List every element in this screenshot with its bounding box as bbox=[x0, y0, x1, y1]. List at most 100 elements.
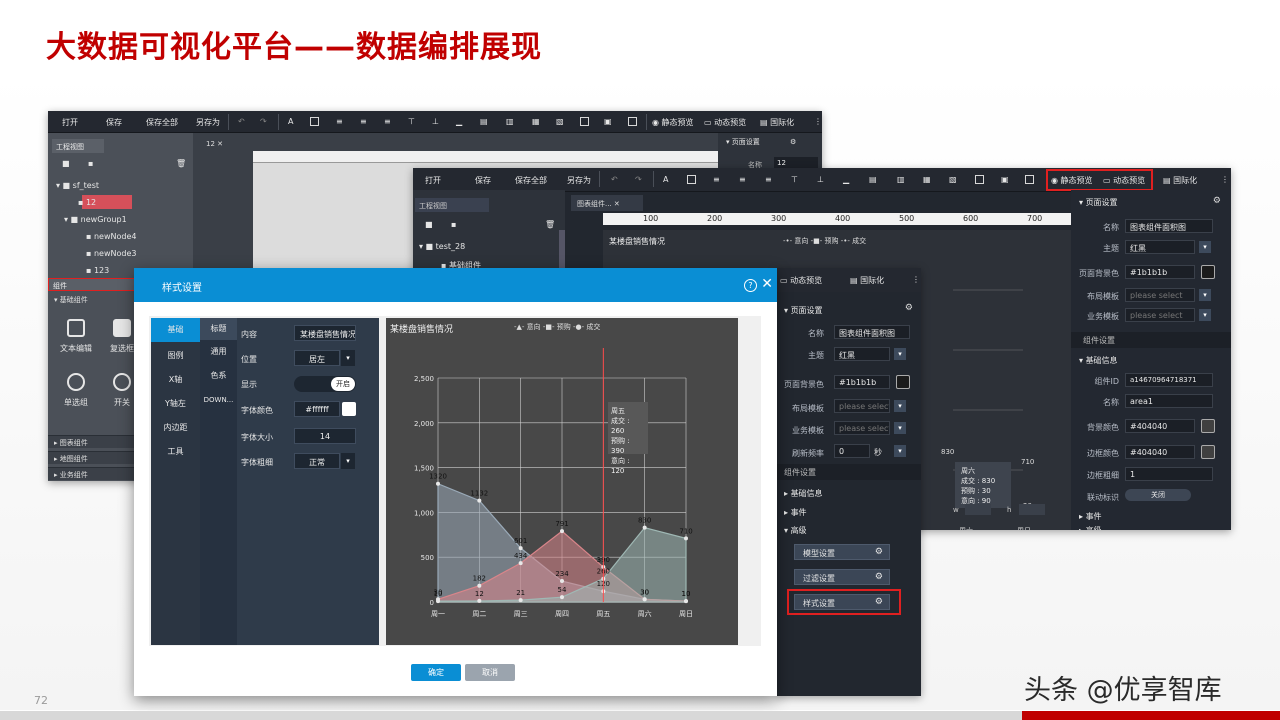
bg-swatch[interactable] bbox=[1201, 265, 1215, 279]
font-size-field[interactable]: 14 bbox=[294, 428, 356, 444]
filter-settings-button[interactable]: 过滤设置 ⚙ bbox=[794, 569, 890, 585]
chevron-down-icon[interactable]: ▾ bbox=[341, 350, 355, 366]
bring-front-icon[interactable] bbox=[580, 117, 589, 126]
component-settings-header[interactable]: 组件设置 bbox=[776, 464, 921, 480]
undo-icon[interactable]: ↶ bbox=[611, 175, 618, 184]
layout-select[interactable]: please select bbox=[1125, 288, 1195, 302]
bg-field[interactable]: #1b1b1b bbox=[834, 375, 890, 389]
bring-front-icon[interactable] bbox=[975, 175, 984, 184]
font-icon[interactable] bbox=[310, 117, 319, 126]
align-middle-icon[interactable]: ⊥ bbox=[432, 117, 439, 126]
canvas-tab[interactable]: 图表组件... ✕ bbox=[571, 195, 643, 211]
basic-info-header[interactable]: ▾ 基础信息 bbox=[1071, 352, 1126, 366]
name-field[interactable]: 图表组件面积图 bbox=[1125, 219, 1213, 233]
nav-xaxis[interactable]: X轴 bbox=[151, 370, 200, 390]
chevron-down-icon[interactable]: ▾ bbox=[894, 422, 906, 434]
folder-icon[interactable]: ■ bbox=[425, 220, 433, 229]
dynamic-preview-button[interactable]: ▭ 动态预览 bbox=[704, 117, 746, 128]
subnav-color[interactable]: 色系 bbox=[200, 366, 237, 386]
events-header[interactable]: ▸ 事件 bbox=[1071, 508, 1110, 522]
nav-padding[interactable]: 内边距 bbox=[151, 418, 200, 438]
layout-select[interactable]: please select bbox=[834, 399, 890, 413]
tree-item[interactable]: ▪ 123 bbox=[86, 266, 109, 275]
page-settings-header[interactable]: ▾ 页面设置 bbox=[1071, 194, 1126, 208]
project-view-tab[interactable]: 工程视图 bbox=[415, 198, 489, 212]
border-swatch[interactable] bbox=[1201, 445, 1215, 459]
bgcolor-swatch[interactable] bbox=[1201, 419, 1215, 433]
distribute-icon[interactable]: ▤ bbox=[869, 175, 877, 184]
tree-item[interactable]: ▾ ■ sf_test bbox=[56, 181, 99, 190]
project-view-tab[interactable]: 工程视图 bbox=[52, 139, 104, 153]
open-button[interactable]: 打开 bbox=[62, 117, 78, 128]
theme-select[interactable]: 红黑 bbox=[834, 347, 890, 361]
help-icon[interactable]: ? bbox=[744, 279, 757, 292]
redo-icon[interactable]: ↷ bbox=[635, 175, 642, 184]
tree-item[interactable]: ▾ ■ newGroup1 bbox=[64, 215, 127, 224]
component-settings-header[interactable]: 组件设置 bbox=[1071, 332, 1231, 348]
same-width-icon[interactable]: ▦ bbox=[923, 175, 931, 184]
nav-legend[interactable]: 图例 bbox=[151, 346, 200, 366]
undo-icon[interactable]: ↶ bbox=[238, 117, 245, 126]
more-icon[interactable]: ⋮ bbox=[1221, 175, 1229, 184]
align-left-icon[interactable]: ≡ bbox=[713, 175, 720, 184]
canvas-tab[interactable]: 12 ✕ bbox=[203, 137, 273, 151]
chevron-down-icon[interactable]: ▾ bbox=[894, 400, 906, 412]
border-color-field[interactable]: #404040 bbox=[1125, 445, 1195, 459]
show-toggle[interactable]: 开启 bbox=[294, 376, 356, 392]
more-icon[interactable]: ⋮ bbox=[912, 275, 920, 284]
cancel-button[interactable]: 取消 bbox=[465, 664, 515, 681]
file-icon[interactable]: ▪ bbox=[451, 220, 456, 229]
text-align-icon[interactable]: A bbox=[663, 175, 668, 184]
model-settings-button[interactable]: 模型设置 ⚙ bbox=[794, 544, 890, 560]
advanced-header[interactable]: ▾ 高级 bbox=[776, 522, 815, 536]
text-align-icon[interactable]: A bbox=[288, 117, 293, 126]
name-field[interactable]: 图表组件面积图 bbox=[834, 325, 910, 339]
distribute-icon[interactable]: ▤ bbox=[480, 117, 488, 126]
subnav-general[interactable]: 通用 bbox=[200, 342, 237, 362]
align-middle-icon[interactable]: ⊥ bbox=[817, 175, 824, 184]
page-settings-header[interactable]: ▾ 页面设置 ⚙ bbox=[726, 137, 796, 147]
save-all-button[interactable]: 保存全部 bbox=[515, 175, 547, 186]
font-icon[interactable] bbox=[687, 175, 696, 184]
component-name-field[interactable]: area1 bbox=[1125, 394, 1213, 408]
trash-icon[interactable]: 🗑 bbox=[545, 220, 555, 229]
i18n-button[interactable]: ▤ 国际化 bbox=[850, 275, 884, 286]
send-back-icon[interactable]: ▣ bbox=[604, 117, 612, 126]
save-button[interactable]: 保存 bbox=[475, 175, 491, 186]
align-center-icon[interactable]: ≡ bbox=[360, 117, 367, 126]
trash-icon[interactable]: 🗑 bbox=[176, 159, 186, 168]
subnav-title[interactable]: 标题 bbox=[200, 318, 237, 340]
tree-item[interactable]: ▪ 12 bbox=[78, 198, 96, 207]
gear-icon[interactable]: ⚙ bbox=[905, 303, 913, 313]
align-center-icon[interactable]: ≡ bbox=[739, 175, 746, 184]
align-right-icon[interactable]: ≡ bbox=[765, 175, 772, 184]
biz-select[interactable]: please select bbox=[1125, 308, 1195, 322]
position-select[interactable]: 居左 bbox=[294, 350, 340, 366]
height-field[interactable] bbox=[1019, 504, 1045, 515]
width-field[interactable] bbox=[965, 504, 991, 515]
font-color-swatch[interactable] bbox=[342, 402, 356, 416]
same-height-icon[interactable]: ▧ bbox=[556, 117, 564, 126]
open-button[interactable]: 打开 bbox=[425, 175, 441, 186]
close-icon[interactable]: ✕ bbox=[761, 276, 773, 292]
save-button[interactable]: 保存 bbox=[106, 117, 122, 128]
basic-info-header[interactable]: ▸ 基础信息 bbox=[776, 485, 831, 499]
chevron-down-icon[interactable]: ▾ bbox=[1199, 309, 1211, 321]
theme-select[interactable]: 红黑 bbox=[1125, 240, 1195, 254]
i18n-button[interactable]: ▤ 国际化 bbox=[760, 117, 794, 128]
chevron-down-icon[interactable]: ▾ bbox=[1199, 241, 1211, 253]
tree-item[interactable]: ▾ ■ test_28 bbox=[419, 242, 465, 251]
more-icon[interactable]: ⋮ bbox=[814, 117, 822, 126]
align-left-icon[interactable]: ≡ bbox=[336, 117, 343, 126]
i18n-button[interactable]: ▤ 国际化 bbox=[1163, 175, 1197, 186]
chevron-down-icon[interactable]: ▾ bbox=[894, 348, 906, 360]
component-id-field[interactable]: a14670964718371 bbox=[1125, 373, 1213, 387]
align-bottom-icon[interactable]: ▁ bbox=[456, 117, 462, 126]
advanced-header[interactable]: ▸ 高级 bbox=[1071, 522, 1110, 530]
nav-basic[interactable]: 基础 bbox=[151, 318, 200, 342]
biz-select[interactable]: please select bbox=[834, 421, 890, 435]
border-width-field[interactable]: 1 bbox=[1125, 467, 1213, 481]
same-width-icon[interactable]: ▦ bbox=[532, 117, 540, 126]
save-as-button[interactable]: 另存为 bbox=[567, 175, 591, 186]
font-color-field[interactable]: #ffffff bbox=[294, 401, 340, 417]
